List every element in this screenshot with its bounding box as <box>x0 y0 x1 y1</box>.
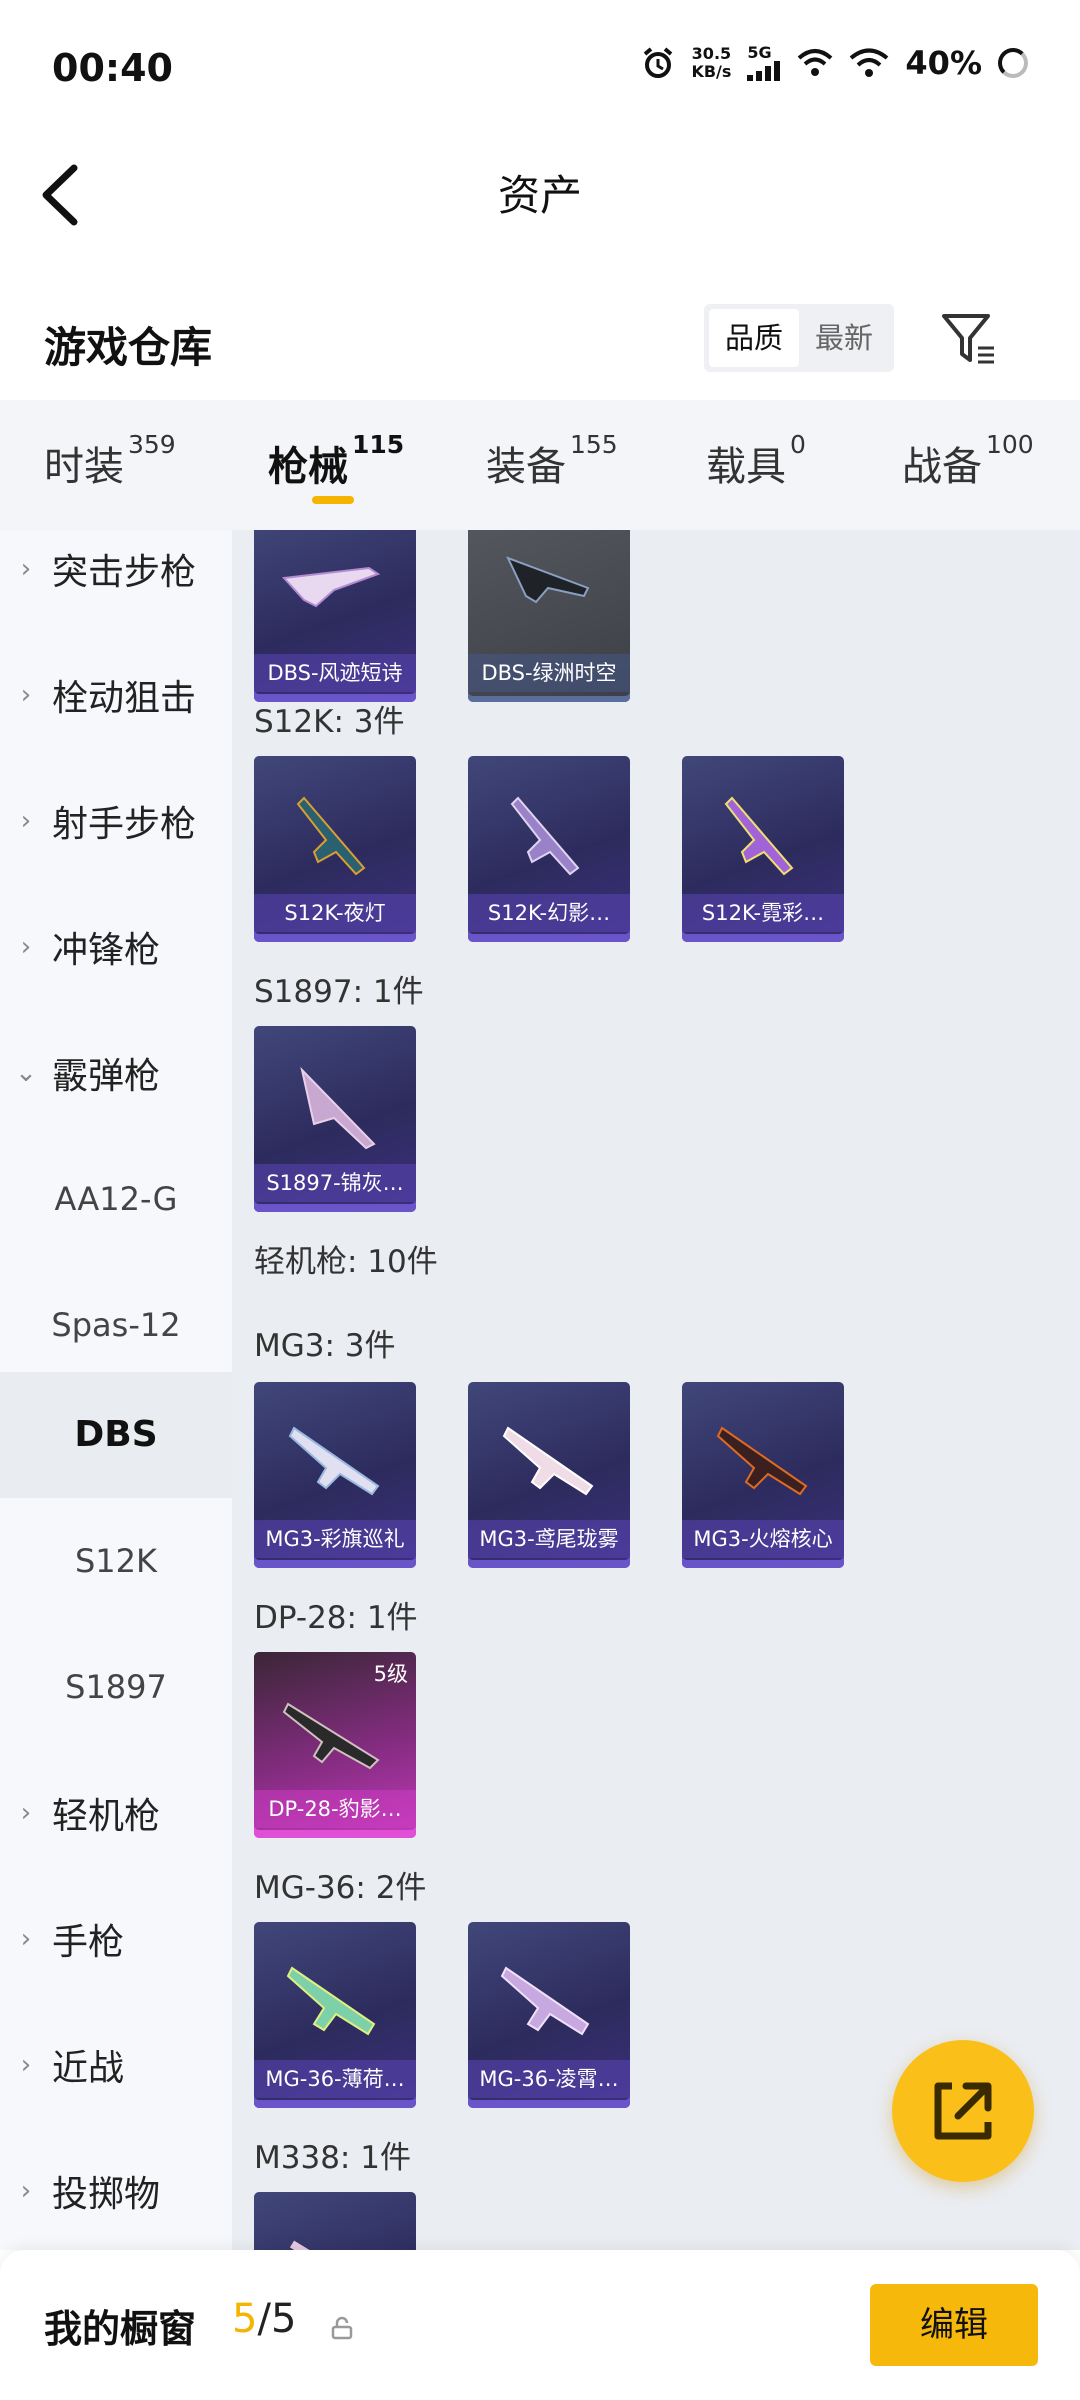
shotgun-icon <box>281 566 381 608</box>
edit-button[interactable]: 编辑 <box>870 2284 1038 2366</box>
shotgun-icon <box>296 796 366 876</box>
weapon-card[interactable]: MG-36-凌霄… <box>468 1922 630 2108</box>
sidebar-item-throwable[interactable]: › 投掷物 <box>0 2128 232 2250</box>
group-label-mg36: MG-36: 2件 <box>254 1870 427 1906</box>
shotgun-icon <box>510 796 580 876</box>
chevron-right-icon: › <box>20 932 32 962</box>
chevron-right-icon: › <box>20 680 32 710</box>
filter-button[interactable] <box>938 308 1000 370</box>
status-icons: 30.5 KB/s 5G 40% <box>641 44 1028 82</box>
sidebar-item-shotgun[interactable]: ⌄ 霰弹枪 <box>0 1010 232 1136</box>
status-time: 00:40 <box>52 46 173 90</box>
showcase-bar: 我的橱窗 5/5 编辑 <box>0 2250 1080 2400</box>
showcase-label: 我的橱窗 <box>44 2307 197 2351</box>
chevron-right-icon: › <box>20 2176 32 2206</box>
chevron-right-icon: › <box>20 806 32 836</box>
lock-icon <box>331 2316 353 2340</box>
chevron-right-icon: › <box>20 1798 32 1828</box>
machine-gun-icon <box>282 1702 380 1770</box>
weapon-card[interactable]: S12K-霓彩… <box>682 756 844 942</box>
tab-firearms[interactable]: 枪械 115 <box>268 430 404 492</box>
wifi-icon <box>798 49 833 76</box>
external-link-icon <box>934 2082 992 2140</box>
chevron-right-icon: › <box>20 554 32 584</box>
alarm-icon <box>644 47 673 78</box>
rifle-icon <box>286 1966 376 2036</box>
weapon-card[interactable]: 5级 DP-28-豹影… <box>254 1652 416 1838</box>
category-tabs: 时装 359 枪械 115 装备 155 载具 0 战备 100 <box>0 400 1080 530</box>
weapon-sidebar: › 突击步枪 › 栓动狙击 › 射手步枪 › 冲锋枪 ⌄ 霰弹枪 AA12-G Spas-… <box>0 530 232 2250</box>
sidebar-sub-s12k[interactable]: S12K <box>0 1498 232 1624</box>
machine-gun-icon <box>288 1426 380 1496</box>
battery-percent: 40% <box>905 44 982 82</box>
weapon-card[interactable]: S12K-夜灯 <box>254 756 416 942</box>
weapon-card[interactable]: MG3-鸢尾珑雾 <box>468 1382 630 1568</box>
group-label-s12k: S12K: 3件 <box>254 704 405 740</box>
active-tab-indicator <box>312 496 354 504</box>
group-label-mg3: MG3: 3件 <box>254 1328 396 1364</box>
weapon-card[interactable]: S1897-锦灰… <box>254 1026 416 1212</box>
shotgun-icon <box>724 796 794 876</box>
sidebar-item-smg[interactable]: › 冲锋枪 <box>0 884 232 1010</box>
chevron-down-icon: ⌄ <box>15 1058 37 1088</box>
sidebar-sub-dbs[interactable]: DBS <box>0 1372 232 1498</box>
sidebar-item-bolt-sniper[interactable]: › 栓动狙击 <box>0 632 232 758</box>
weapon-card[interactable]: S12K-幻影… <box>468 756 630 942</box>
tab-vehicles[interactable]: 载具 0 <box>706 430 806 492</box>
warehouse-bar: 游戏仓库 品质 最新 <box>0 290 1080 400</box>
chevron-right-icon: › <box>20 2050 32 2080</box>
sidebar-sub-s1897[interactable]: S1897 <box>0 1624 232 1750</box>
battery-icon <box>998 48 1028 78</box>
weapon-card[interactable]: DBS-绿洲时空 <box>468 530 630 702</box>
sort-toggle: 品质 最新 <box>704 304 894 372</box>
sidebar-item-lmg[interactable]: › 轻机枪 <box>0 1750 232 1876</box>
tab-fashion[interactable]: 时装 359 <box>44 430 176 492</box>
shotgun-icon <box>506 556 590 604</box>
sidebar-sub-spas12[interactable]: Spas-12 <box>0 1262 232 1388</box>
tab-equipment[interactable]: 装备 155 <box>486 430 618 492</box>
tab-supplies[interactable]: 战备 100 <box>902 430 1034 492</box>
showcase-count: 5/5 <box>232 2296 297 2342</box>
group-label-m338: M338: 1件 <box>254 2140 411 2176</box>
chevron-right-icon: › <box>20 1924 32 1954</box>
share-button[interactable] <box>892 2040 1034 2182</box>
machine-gun-icon <box>502 1426 594 1496</box>
weapon-card[interactable] <box>254 2192 416 2250</box>
weapon-card[interactable]: MG3-彩旗巡礼 <box>254 1382 416 1568</box>
wifi-icon-2 <box>850 48 889 77</box>
sidebar-item-marksman-rifle[interactable]: › 射手步枪 <box>0 758 232 884</box>
machine-gun-icon <box>289 2240 310 2250</box>
rifle-icon <box>500 1966 590 2036</box>
sidebar-sub-aa12g[interactable]: AA12-G <box>0 1136 232 1262</box>
sidebar-item-melee[interactable]: › 近战 <box>0 2002 232 2128</box>
sort-quality-button[interactable]: 品质 <box>709 309 799 367</box>
machine-gun-icon <box>716 1426 808 1496</box>
cell-signal-icon: 5G <box>747 45 781 81</box>
sidebar-item-pistol[interactable]: › 手枪 <box>0 1876 232 2002</box>
group-label-s1897: S1897: 1件 <box>254 974 424 1010</box>
weapon-grid: DBS-风迹短诗 DBS-绿洲时空 S12K: 3件 S12K-夜灯 S12K-… <box>232 530 1080 2250</box>
header: 资产 <box>0 140 1080 250</box>
group-label-lmg: 轻机枪: 10件 <box>254 1244 438 1280</box>
status-bar: 00:40 30.5 KB/s 5G 40% <box>0 0 1080 140</box>
warehouse-title: 游戏仓库 <box>44 323 213 372</box>
sort-newest-button[interactable]: 最新 <box>799 309 889 367</box>
group-label-dp28: DP-28: 1件 <box>254 1600 418 1636</box>
sidebar-item-assault-rifle[interactable]: › 突击步枪 <box>0 530 232 632</box>
filter-icon <box>942 314 994 364</box>
shotgun-icon <box>300 1066 376 1150</box>
weapon-card[interactable]: MG-36-薄荷… <box>254 1922 416 2108</box>
weapon-card[interactable]: DBS-风迹短诗 <box>254 530 416 702</box>
weapon-card[interactable]: MG3-火熔核心 <box>682 1382 844 1568</box>
net-speed: 30.5 KB/s <box>691 44 732 81</box>
page-title: 资产 <box>497 171 582 220</box>
